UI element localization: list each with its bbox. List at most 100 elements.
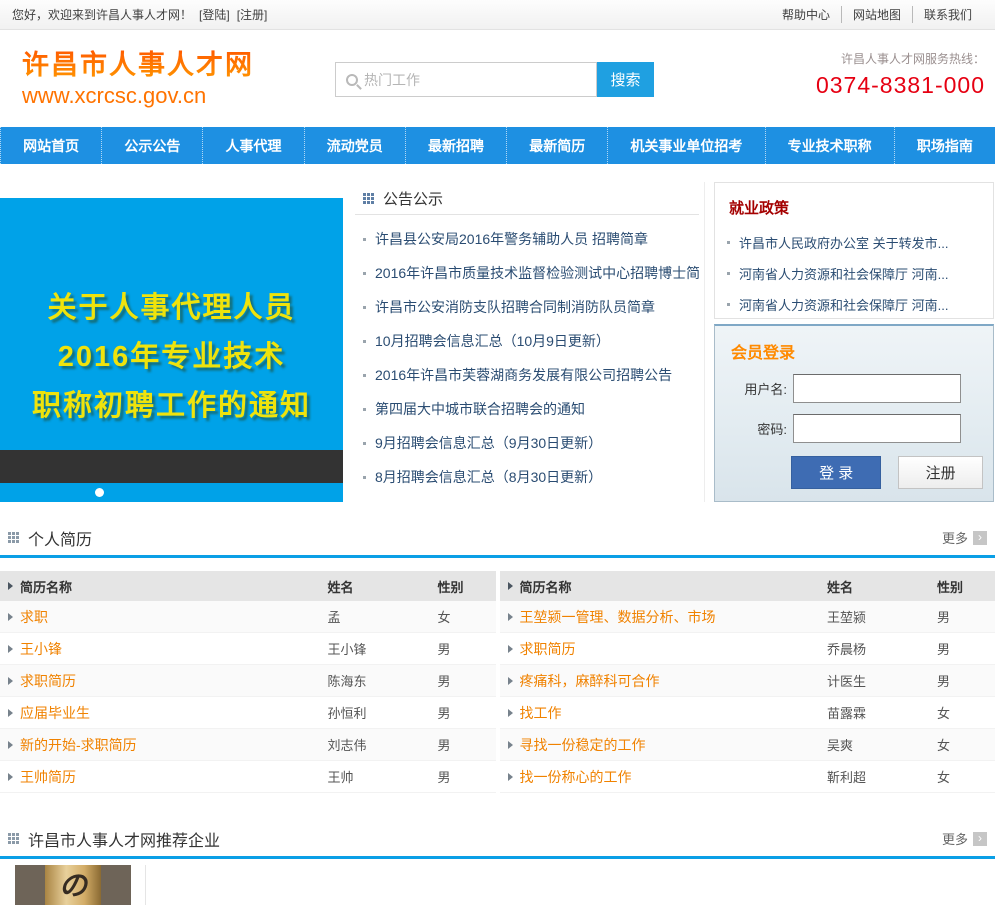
carousel-banner[interactable]: 关于人事代理人员 2016年专业技术 职称初聘工作的通知 [0,198,343,502]
bullet-icon [363,373,366,377]
login-button[interactable]: 登 录 [791,456,882,489]
resume-link[interactable]: 王小锋 [20,641,62,657]
list-item: 许昌市人民政府办公室 关于转发市... [727,227,985,258]
announcement-link[interactable]: 2016年许昌市质量技术监督检验测试中心招聘博士简章 [375,263,699,283]
resume-name: 吴爽 [827,738,854,753]
carousel-dot[interactable] [95,488,104,497]
chevron-right-icon: › [973,530,987,545]
resume-gender: 女 [937,770,951,785]
topbar-nav-link[interactable]: 帮助中心 [771,6,841,23]
nav-item[interactable]: 最新招聘 [404,127,506,164]
table-header-row: 简历名称 姓名 性别 [499,571,995,601]
announcement-link[interactable]: 9月招聘会信息汇总（9月30日更新） [375,433,602,453]
resume-link[interactable]: 王堃颍一管理、数据分析、市场 [520,609,716,625]
policy-link[interactable]: 许昌市人民政府办公室 关于转发市... [739,233,948,252]
arrow-right-icon [8,740,13,749]
site-logo[interactable]: 许昌市人事人才网 www.xcrcsc.gov.cn [22,43,254,109]
list-item: 10月招聘会信息汇总（10月9日更新） [355,324,699,358]
resume-link[interactable]: 应届毕业生 [20,705,90,721]
topbar-nav-link[interactable]: 联系我们 [911,6,983,23]
register-button[interactable]: 注册 [898,456,983,489]
table-row: 王帅简历 王帅 男 [0,761,496,793]
nav-item[interactable]: 职场指南 [893,127,995,164]
topbar-links: 帮助中心 网站地图 联系我们 [771,6,983,23]
announcement-link[interactable]: 8月招聘会信息汇总（8月30日更新） [375,467,602,487]
gold-ribbon: の [45,865,101,905]
company-logo[interactable]: の [0,865,146,905]
nav-item[interactable]: 机关事业单位招考 [607,127,764,164]
more-label: 更多 [941,531,968,546]
banner-text: 关于人事代理人员 2016年专业技术 职称初聘工作的通知 [0,198,343,431]
bullet-icon [363,407,366,411]
resume-gender: 男 [937,674,951,689]
list-item: 9月招聘会信息汇总（9月30日更新） [355,426,699,460]
companies-title: 许昌市人事人才网推荐企业 [28,832,221,850]
topbar-nav-link[interactable]: 网站地图 [840,6,912,23]
resume-link[interactable]: 求职简历 [20,673,76,689]
resume-link[interactable]: 求职简历 [520,641,576,657]
resume-name: 刘志伟 [327,738,367,753]
nav-item[interactable]: 网站首页 [0,127,101,164]
announcement-link[interactable]: 2016年许昌市芙蓉湖商务发展有限公司招聘公告 [375,365,672,385]
resume-link[interactable]: 疼痛科，麻醉科可合作 [520,673,660,689]
hotline-number: 0374-8381-000 [815,72,985,98]
search-button[interactable]: 搜索 [597,62,654,97]
username-label: 用户名: [744,382,787,397]
companies-more-link[interactable]: 更多 › [942,829,987,848]
search-input[interactable] [364,63,596,96]
bullet-icon [363,339,366,343]
nav-item[interactable]: 专业技术职称 [764,127,894,164]
resume-link[interactable]: 找一份称心的工作 [520,769,632,785]
resume-name: 王小锋 [327,642,367,657]
arrow-right-icon [8,708,13,717]
resume-gender: 男 [437,674,451,689]
announcement-link[interactable]: 第四届大中城市联合招聘会的通知 [375,399,585,419]
grid-icon [8,532,19,543]
resume-gender: 女 [437,610,451,625]
nav-item[interactable]: 最新简历 [506,127,607,164]
resume-name: 孙恒利 [327,706,367,721]
resume-link[interactable]: 寻找一份稳定的工作 [520,737,646,753]
table-row: 找一份称心的工作 靳利超 女 [499,761,995,793]
login-link[interactable]: [登陆] [199,6,230,23]
announcement-link[interactable]: 10月招聘会信息汇总（10月9日更新） [375,331,610,351]
table-row: 疼痛科，麻醉科可合作 计医生 男 [499,665,995,697]
list-item: 许昌市公安消防支队招聘合同制消防队员简章 [355,290,699,324]
resumes-header: 个人简历 更多 › [0,520,995,555]
section-divider [0,856,995,859]
table-row: 王堃颍一管理、数据分析、市场 王堃颍 男 [499,601,995,633]
resume-name: 苗露霖 [827,706,867,721]
nav-item[interactable]: 流动党员 [303,127,405,164]
arrow-right-icon [8,676,13,685]
swirl-emblem-icon: の [58,869,87,901]
policy-link[interactable]: 河南省人力资源和社会保障厅 河南... [739,264,948,283]
topbar: 您好，欢迎来到许昌人事人才网！ [登陆] [注册] 帮助中心 网站地图 联系我们 [0,0,995,30]
table-header-row: 简历名称 姓名 性别 [0,571,496,601]
nav-item[interactable]: 人事代理 [202,127,303,164]
resume-link[interactable]: 新的开始-求职简历 [20,737,137,753]
table-row: 求职简历 陈海东 男 [0,665,496,697]
list-item: 河南省人力资源和社会保障厅 河南... [727,258,985,289]
column-header-title: 简历名称 [519,579,572,595]
table-row: 求职简历 乔晨杨 男 [499,633,995,665]
bullet-icon [363,237,366,241]
hotline-label: 许昌人事人才网服务热线： [840,52,985,66]
nav-item[interactable]: 公示公告 [101,127,202,164]
resume-link[interactable]: 王帅简历 [20,769,76,785]
password-field[interactable] [793,414,961,443]
grid-icon [8,833,19,844]
resume-link[interactable]: 求职 [20,609,48,625]
register-link[interactable]: [注册] [237,6,268,23]
site-name: 许昌市人事人才网 [22,43,254,82]
username-field[interactable] [793,374,961,403]
announcement-link[interactable]: 许昌县公安局2016年警务辅助人员 招聘简章 [375,229,648,249]
announcement-link[interactable]: 许昌市公安消防支队招聘合同制消防队员简章 [375,297,655,317]
resume-gender: 男 [437,770,451,785]
table-row: 应届毕业生 孙恒利 男 [0,697,496,729]
bullet-icon [363,475,366,479]
resumes-more-link[interactable]: 更多 › [942,528,987,547]
policy-link[interactable]: 河南省人力资源和社会保障厅 河南... [739,295,948,314]
resume-gender: 男 [437,738,451,753]
resume-gender: 女 [937,706,951,721]
resume-link[interactable]: 找工作 [520,705,562,721]
